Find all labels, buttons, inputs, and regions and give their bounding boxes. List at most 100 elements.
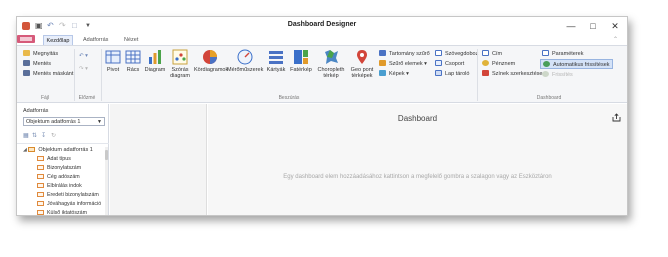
filter-elements-button[interactable]: Szűrő elemek ▾ xyxy=(379,60,427,68)
currency-icon xyxy=(482,60,489,66)
range-filter-icon xyxy=(379,50,386,56)
ribbon: Megnyitás Mentés Mentés máskánt Fájl ↶ ▾… xyxy=(17,45,627,103)
field-item[interactable]: Cég adószám xyxy=(37,174,80,181)
insert-gauge-button[interactable]: Mérőműszerek xyxy=(227,49,263,73)
field-icon xyxy=(37,192,44,197)
save-as-button[interactable]: Mentés máskánt xyxy=(23,70,73,78)
currency-button[interactable]: Pénznem xyxy=(482,60,515,68)
field-item[interactable]: Jóváhagyás információ xyxy=(37,201,101,208)
field-icon xyxy=(37,174,44,179)
export-icon[interactable] xyxy=(612,113,621,122)
parameters-button[interactable]: Paraméterek xyxy=(542,50,584,58)
field-icon xyxy=(37,165,44,170)
parameters-label: Paraméterek xyxy=(552,51,584,57)
range-filter-label: Tartomány szűrő xyxy=(389,51,430,57)
chart-label: Diagram xyxy=(144,67,166,73)
grid-icon xyxy=(125,50,141,64)
treemap-icon xyxy=(294,50,308,64)
cards-label: Kártyák xyxy=(266,67,286,73)
app-window: ▣ ↶ ↷ □ ▼ Dashboard Designer — □ ✕ Kezdő… xyxy=(16,16,628,216)
dashboard-title[interactable]: Dashboard xyxy=(208,114,627,123)
field-label: Cég adószám xyxy=(47,174,80,180)
tab-home[interactable]: Kezdőlap xyxy=(43,35,73,45)
title-button[interactable]: Cím xyxy=(482,50,502,58)
treemap-label: Fatérkép xyxy=(290,67,312,73)
open-button[interactable]: Megnyitás xyxy=(23,50,58,58)
insert-grid-button[interactable]: Rács xyxy=(124,49,142,73)
tab-view[interactable]: Nézet xyxy=(124,35,138,45)
scrollbar-thumb[interactable] xyxy=(105,150,108,160)
color-edit-button[interactable]: Színek szerkesztése xyxy=(482,70,542,78)
field-item[interactable]: Külső iktatószám xyxy=(37,210,88,216)
ribbon-tabs: Kezdőlap Adatforrás Nézet ⌃ xyxy=(17,35,627,45)
cards-icon xyxy=(269,51,283,64)
refresh-button[interactable]: Frissítés xyxy=(542,71,573,79)
tree-root-label: Objektum adatforrás 1 xyxy=(38,147,93,153)
textbox-label: Szövegdoboz xyxy=(445,51,479,57)
choropleth-label: Choropleth térkép xyxy=(317,67,345,79)
dashboard-items-panel xyxy=(110,104,207,215)
divider xyxy=(17,143,109,144)
field-item[interactable]: Bizonylatszám xyxy=(37,165,81,172)
insert-chart-button[interactable]: Diagram xyxy=(144,49,166,73)
field-label: Jóváhagyás információ xyxy=(47,201,102,207)
open-label: Megnyitás xyxy=(33,51,59,57)
parameters-icon xyxy=(542,50,549,56)
group-button[interactable]: Csoport xyxy=(435,60,464,68)
insert-pivot-button[interactable]: Pivot xyxy=(103,49,123,73)
title-label: Cím xyxy=(492,51,503,57)
refresh-fields-icon[interactable]: ↻ xyxy=(51,133,58,140)
tree-root-item[interactable]: ◢ Objektum adatforrás 1 xyxy=(23,147,93,154)
insert-scatter-button[interactable]: Szórás diagram xyxy=(167,49,193,79)
folder-icon xyxy=(23,50,30,56)
group-separator xyxy=(101,49,102,101)
field-item[interactable]: Adat típus xyxy=(37,156,71,163)
images-button[interactable]: Képek ▾ xyxy=(379,70,409,78)
datasource-select[interactable]: Objektum adatforrás 1 ▼ xyxy=(23,117,105,126)
group-label: Csoport xyxy=(445,61,465,67)
field-icon xyxy=(37,201,44,206)
collapse-arrow-icon[interactable]: ◢ xyxy=(23,147,27,153)
field-label: Adat típus xyxy=(47,156,71,162)
auto-update-button[interactable]: Automatikus frissítések xyxy=(540,59,613,69)
pivot-icon xyxy=(105,50,121,64)
choropleth-map-icon xyxy=(325,50,338,64)
tab-datasource[interactable]: Adatforrás xyxy=(83,35,108,45)
sort-desc-icon[interactable]: ↧ xyxy=(41,133,48,140)
field-item[interactable]: Eredeti bizonylatszám xyxy=(37,192,99,199)
range-filter-button[interactable]: Tartomány szűrő xyxy=(379,50,430,58)
refresh-label: Frissítés xyxy=(552,72,573,78)
filter-elements-label: Szűrő elemek xyxy=(389,61,423,67)
insert-cards-button[interactable]: Kártyák xyxy=(265,49,287,73)
save-button[interactable]: Mentés xyxy=(23,60,51,68)
close-icon[interactable]: ✕ xyxy=(605,19,625,33)
group-label-insert: Beszúrás xyxy=(278,95,300,101)
insert-choropleth-button[interactable]: Choropleth térkép xyxy=(315,49,347,79)
undo-button[interactable]: ↶ ▾ xyxy=(79,52,88,60)
maximize-icon[interactable]: □ xyxy=(583,19,603,33)
insert-geopoint-button[interactable]: Geo pont térképek xyxy=(348,49,376,79)
redo-button[interactable]: ↷ ▾ xyxy=(79,65,88,73)
chevron-down-icon: ▼ xyxy=(97,119,102,125)
scatter-chart-icon xyxy=(172,49,188,65)
auto-update-label: Automatikus frissítések xyxy=(553,62,610,68)
minimize-icon[interactable]: — xyxy=(561,19,581,33)
dashboard-canvas[interactable]: Dashboard Egy dashboard elem hozzáadásáh… xyxy=(208,104,627,215)
textbox-button[interactable]: Szövegdoboz xyxy=(435,50,478,58)
insert-pie-button[interactable]: Kördiagramok xyxy=(194,49,228,73)
field-label: Eredeti bizonylatszám xyxy=(47,192,99,198)
scatter-label: Szórás diagram xyxy=(170,67,190,79)
save-label: Mentés xyxy=(33,61,52,67)
sort-icon[interactable]: ⇅ xyxy=(32,133,39,140)
filter-icon xyxy=(379,60,386,66)
insert-treemap-button[interactable]: Fatérkép xyxy=(289,49,313,73)
grid-label: Rács xyxy=(126,67,140,73)
pivot-label: Pivot xyxy=(106,67,120,73)
file-menu-button[interactable] xyxy=(17,35,35,43)
field-item[interactable]: Elbírálás indok xyxy=(37,183,82,190)
currency-label: Pénznem xyxy=(492,61,516,67)
tab-container-button[interactable]: Lap tároló xyxy=(435,70,469,78)
group-by-type-icon[interactable]: ▦ xyxy=(23,133,30,140)
field-label: Külső iktatószám xyxy=(47,210,88,216)
collapse-ribbon-icon[interactable]: ⌃ xyxy=(613,35,618,45)
